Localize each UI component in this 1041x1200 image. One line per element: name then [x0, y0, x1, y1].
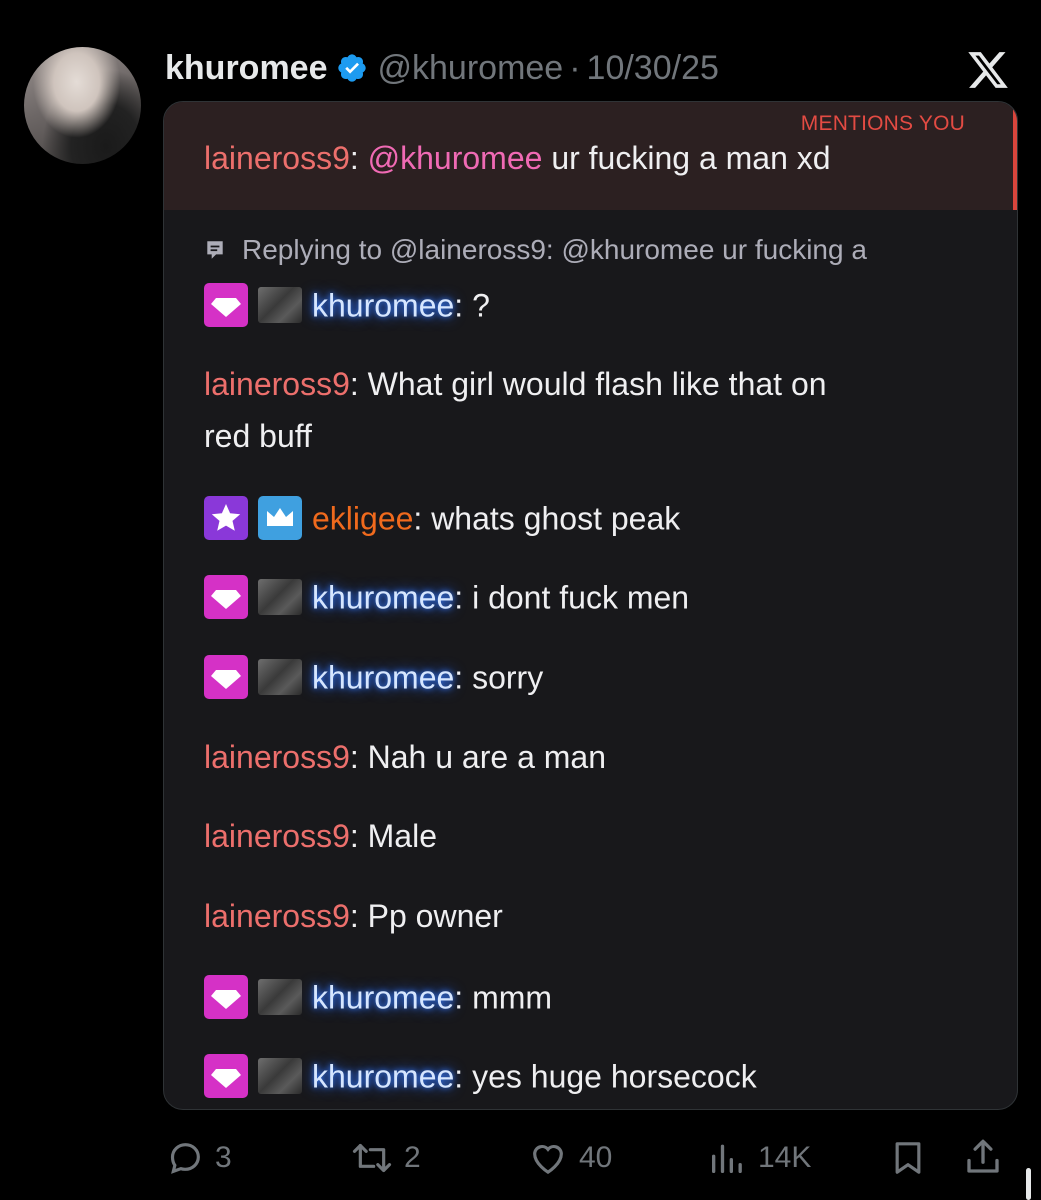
repost-icon: [352, 1143, 392, 1173]
avatar: [258, 579, 302, 615]
reply-context-icon: [207, 241, 223, 259]
chat-message: laineross9: Pp owner: [204, 898, 503, 934]
crown-badge-icon[interactable]: [258, 496, 302, 540]
tweet-header: khuromee @khuromee · 10/30/25: [165, 44, 719, 92]
author-handle[interactable]: @khuromee: [378, 49, 564, 88]
chat-username[interactable]: khuromee: [312, 659, 454, 695]
chat-username[interactable]: laineross9: [204, 898, 350, 934]
x-logo-icon[interactable]: [966, 48, 1010, 92]
chat-message: laineross9: Male: [204, 818, 437, 854]
message-text: Pp owner: [358, 898, 503, 934]
gem-badge-icon[interactable]: [204, 283, 248, 327]
avatar: [258, 659, 302, 695]
chat-username[interactable]: khuromee: [312, 979, 454, 1015]
gem-badge-icon[interactable]: [204, 1054, 248, 1098]
tweet-date[interactable]: 10/30/25: [587, 49, 719, 88]
views-button[interactable]: 14K: [706, 1138, 811, 1178]
message-text: whats ghost peak: [422, 500, 681, 537]
share-icon: [967, 1139, 999, 1173]
reply-button[interactable]: 3: [165, 1138, 232, 1178]
gem-badge-icon[interactable]: [204, 575, 248, 619]
message-text: yes huge horsecock: [463, 1058, 757, 1095]
chat-message: laineross9: What girl would flash like t…: [204, 366, 827, 402]
scrollbar[interactable]: [1026, 1168, 1031, 1200]
chat-message: khuromee: ?: [204, 283, 490, 330]
tweet-action-bar: 3 2 40 14K: [0, 1130, 1041, 1186]
mention-banner: MENTIONS YOU laineross9: @khuromee ur fu…: [164, 102, 1017, 210]
chat-message: khuromee: i dont fuck men: [204, 575, 690, 622]
author-avatar[interactable]: [24, 47, 141, 164]
chat-message: khuromee: yes huge horsecock: [204, 1054, 757, 1101]
chat-username[interactable]: laineross9: [204, 366, 350, 402]
author-name[interactable]: khuromee: [165, 49, 328, 88]
message-text: mmm: [463, 979, 553, 1016]
star-badge-icon[interactable]: [204, 496, 248, 540]
mention-tag[interactable]: @khuromee: [368, 140, 543, 176]
mention-message: laineross9: @khuromee ur fucking a man x…: [204, 140, 831, 176]
gem-badge-icon[interactable]: [204, 975, 248, 1019]
reply-context-text: Replying to @laineross9: @khuromee ur fu…: [242, 234, 867, 265]
message-text: ?: [463, 287, 490, 324]
chat-username[interactable]: khuromee: [312, 1058, 454, 1094]
chat-username[interactable]: laineross9: [204, 140, 350, 176]
chat-message: khuromee: sorry: [204, 655, 544, 702]
message-text: Male: [358, 818, 437, 854]
message-text: Nah u are a man: [358, 739, 606, 775]
message-text-continued: red buff: [204, 418, 312, 454]
reply-context: Replying to @laineross9: @khuromee ur fu…: [204, 234, 867, 266]
chat-username[interactable]: khuromee: [312, 287, 454, 323]
gem-badge-icon[interactable]: [204, 655, 248, 699]
views-icon: [712, 1144, 742, 1173]
reply-count: 3: [215, 1141, 232, 1174]
chat-message: ekligee: whats ghost peak: [204, 496, 681, 543]
avatar: [258, 287, 302, 323]
repost-count: 2: [404, 1141, 421, 1174]
chat-username[interactable]: laineross9: [204, 739, 350, 775]
chat-message: khuromee: mmm: [204, 975, 553, 1022]
separator-dot: ·: [569, 48, 581, 87]
mentions-you-label: MENTIONS YOU: [800, 112, 965, 135]
chat-username[interactable]: ekligee: [312, 500, 413, 536]
message-text: sorry: [463, 659, 544, 696]
message-text: What girl would flash like that on: [358, 366, 827, 402]
reply-icon: [170, 1143, 200, 1174]
chat-username[interactable]: khuromee: [312, 579, 454, 615]
message-text: i dont fuck men: [463, 579, 690, 616]
like-button[interactable]: 40: [527, 1138, 612, 1178]
view-count: 14K: [758, 1141, 812, 1174]
avatar: [258, 979, 302, 1015]
chat-message: laineross9: Nah u are a man: [204, 739, 606, 775]
message-text: ur fucking a man xd: [542, 140, 831, 176]
bookmark-button[interactable]: [888, 1138, 938, 1178]
avatar: [258, 1058, 302, 1094]
chat-screenshot-card[interactable]: MENTIONS YOU laineross9: @khuromee ur fu…: [163, 101, 1018, 1110]
verified-badge-icon: [336, 52, 368, 84]
share-button[interactable]: [962, 1136, 1014, 1178]
repost-button[interactable]: 2: [350, 1138, 421, 1178]
chat-username[interactable]: laineross9: [204, 818, 350, 854]
bookmark-icon: [895, 1142, 921, 1174]
like-count: 40: [579, 1141, 613, 1174]
like-icon: [533, 1144, 563, 1175]
